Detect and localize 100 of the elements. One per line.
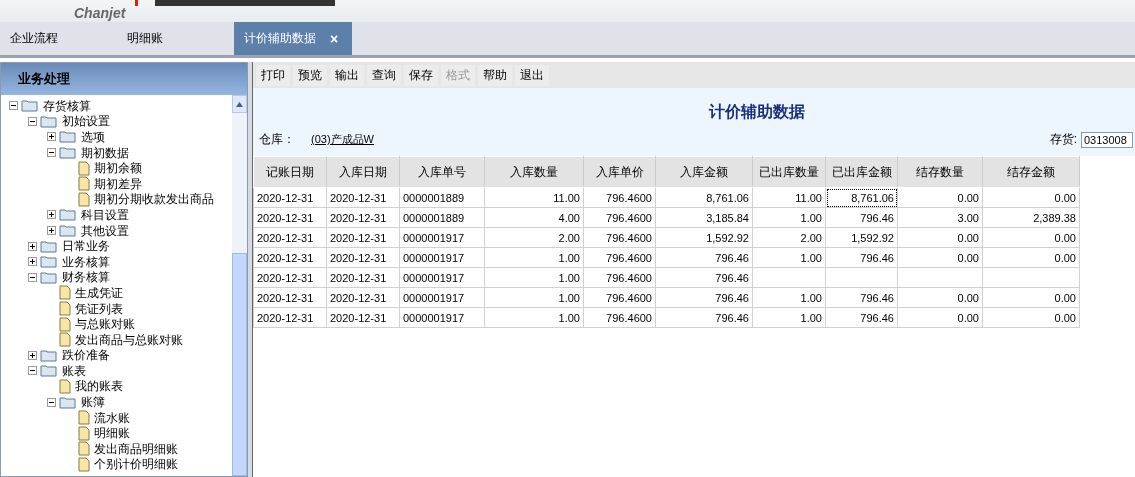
table-cell: 2020-12-31	[253, 307, 327, 328]
table-cell: 796.46	[655, 287, 753, 308]
table-cell: 0000001917	[399, 247, 485, 268]
collapse-icon[interactable]	[28, 116, 37, 126]
tree-item[interactable]: 其他设置	[9, 222, 232, 239]
folder-icon	[40, 270, 58, 284]
folder-icon	[59, 130, 77, 144]
warehouse-link[interactable]: (03)产成品W	[311, 132, 374, 147]
table-cell: 11.00	[484, 187, 584, 208]
tab[interactable]: 企业流程	[0, 22, 97, 55]
document-icon	[59, 285, 71, 301]
folder-icon	[59, 395, 77, 409]
tree-item[interactable]: 期初分期收款发出商品	[9, 191, 232, 208]
tree-item[interactable]: 选项	[9, 129, 232, 145]
folder-icon	[40, 114, 58, 128]
close-icon[interactable]: ×	[330, 30, 339, 47]
tab[interactable]: 计价辅助数据 ×	[234, 22, 352, 55]
expand-icon[interactable]	[28, 257, 37, 267]
collapse-icon[interactable]	[47, 397, 56, 407]
table-cell: 1.00	[484, 307, 584, 328]
tree-item[interactable]: 业务核算	[9, 253, 232, 270]
column-header: 已出库金额	[825, 156, 898, 188]
table-cell: 796.46	[655, 247, 753, 268]
tree-item[interactable]: 流水账	[9, 409, 232, 426]
collapse-icon[interactable]	[47, 148, 56, 158]
table-cell: 1.00	[484, 267, 584, 288]
expand-icon[interactable]	[28, 241, 37, 251]
column-header: 入库单号	[399, 156, 485, 188]
document-icon	[78, 425, 90, 441]
table-cell: 2.00	[484, 227, 584, 248]
table-cell: 0.00	[897, 287, 983, 308]
expand-icon[interactable]	[47, 226, 56, 236]
document-icon	[78, 176, 90, 192]
scroll-up-icon[interactable]	[236, 101, 243, 107]
scroll-thumb[interactable]	[232, 253, 247, 476]
tree-item[interactable]: 跌价准备	[9, 347, 232, 364]
document-icon	[59, 379, 71, 394]
expand-icon[interactable]	[47, 210, 56, 220]
document-icon	[59, 316, 71, 332]
tree-item[interactable]: 期初余额	[9, 160, 232, 176]
toolbar-button[interactable]: 查询	[367, 64, 401, 86]
inventory-field[interactable]: 0313008	[1081, 131, 1133, 148]
folder-icon	[21, 99, 39, 113]
document-icon	[59, 301, 71, 316]
table-cell: 796.4600	[583, 227, 656, 248]
tree-item[interactable]: 财务核算	[9, 269, 232, 286]
collapse-icon[interactable]	[28, 366, 37, 376]
tree-item[interactable]: 账簿	[9, 394, 232, 410]
table-cell: 2020-12-31	[326, 207, 400, 228]
toolbar-button[interactable]: 帮助	[478, 64, 512, 86]
table-cell: 0.00	[982, 307, 1080, 328]
table-cell: 0000001917	[399, 287, 485, 308]
expand-icon[interactable]	[47, 132, 56, 142]
table-cell: 2020-12-31	[326, 187, 400, 208]
scrollbar[interactable]	[232, 95, 247, 476]
table-cell: 0.00	[982, 187, 1080, 208]
tree-item[interactable]: 期初差异	[9, 175, 232, 192]
tree-item[interactable]: 科目设置	[9, 207, 232, 223]
toolbar-button[interactable]: 预览	[293, 64, 327, 86]
table-cell: 8,761.06	[655, 187, 753, 208]
document-icon	[59, 332, 71, 348]
collapse-icon[interactable]	[9, 101, 18, 111]
table-cell: 1.00	[484, 287, 584, 308]
folder-icon	[40, 348, 58, 362]
tree-item[interactable]: 发出商品明细账	[9, 441, 232, 457]
tree-item[interactable]: 生成凭证	[9, 285, 232, 301]
tree-item[interactable]: 日常业务	[9, 238, 232, 254]
expand-icon[interactable]	[28, 350, 37, 360]
toolbar-button[interactable]: 保存	[404, 64, 438, 86]
tree-item[interactable]: 期初数据	[9, 144, 232, 161]
table-cell: 796.46	[655, 267, 753, 288]
tree-item[interactable]: 初始设置	[9, 113, 232, 130]
tree-item[interactable]: 个别计价明细账	[9, 456, 232, 473]
table-cell: 2020-12-31	[253, 187, 327, 208]
tree-item[interactable]: 存货核算	[9, 98, 232, 114]
tab[interactable]: 明细账	[117, 22, 214, 55]
folder-icon	[59, 208, 77, 222]
column-header: 结存金额	[982, 156, 1080, 188]
table-cell: 3,185.84	[655, 207, 753, 228]
toolbar-button[interactable]: 退出	[515, 64, 549, 86]
tree-item[interactable]: 与总账对账	[9, 316, 232, 332]
tree-item[interactable]: 凭证列表	[9, 300, 232, 317]
table-cell: 1.00	[484, 247, 584, 268]
tree-item[interactable]: 发出商品与总账对账	[9, 331, 232, 348]
tree-item[interactable]: 账表	[9, 363, 232, 379]
toolbar-button[interactable]: 打印	[256, 64, 290, 86]
table-cell: 796.46	[825, 287, 898, 308]
document-icon	[78, 160, 90, 176]
table-cell: 8,761.06	[825, 187, 898, 208]
table-cell: 2020-12-31	[326, 247, 400, 268]
collapse-icon[interactable]	[28, 272, 37, 282]
table-cell: 0.00	[982, 287, 1080, 308]
table-cell: 1.00	[752, 247, 826, 268]
table-cell: 796.4600	[583, 247, 656, 268]
toolbar-button[interactable]: 输出	[330, 64, 364, 86]
tree-item[interactable]: 明细账	[9, 425, 232, 442]
table-cell: 796.4600	[583, 187, 656, 208]
document-icon	[78, 456, 90, 472]
column-header: 入库金额	[655, 156, 753, 188]
tree-item[interactable]: 我的账表	[9, 378, 232, 395]
